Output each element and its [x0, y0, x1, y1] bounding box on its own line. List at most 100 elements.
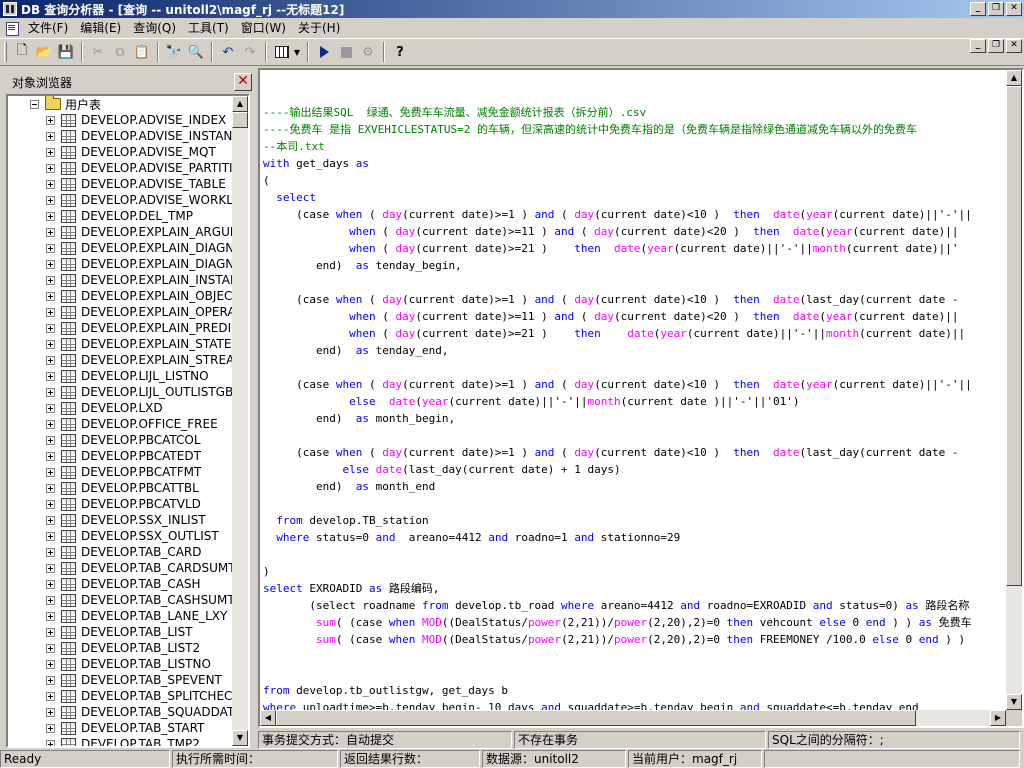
tree-node-table[interactable]: DEVELOP.TAB_SPLITCHECKT [46, 688, 234, 704]
stop-icon[interactable] [335, 41, 357, 63]
scroll-right-button[interactable]: ▶ [990, 710, 1006, 726]
tree-node-table[interactable]: DEVELOP.ADVISE_WORKLOA [46, 192, 234, 208]
find-icon[interactable]: 🔭 [163, 41, 185, 63]
sql-code[interactable]: ----输出结果SQL 绿通、免费车车流量、减免金额统计报表（拆分前）.csv -… [263, 104, 1007, 710]
expand-icon[interactable] [46, 371, 55, 381]
scroll-thumb[interactable] [1006, 86, 1022, 586]
scroll-down-button[interactable]: ▼ [1006, 694, 1022, 710]
scroll-down-button[interactable]: ▼ [232, 730, 248, 746]
expand-icon[interactable] [46, 435, 55, 445]
expand-icon[interactable] [46, 291, 55, 301]
close-icon[interactable]: ✕ [234, 73, 252, 91]
sql-editor[interactable]: ----输出结果SQL 绿通、免费车车流量、减免金额统计报表（拆分前）.csv -… [258, 68, 1024, 728]
tree-node-table[interactable]: DEVELOP.PBCATCOL [46, 432, 201, 448]
menu-query[interactable]: 查询(Q) [127, 19, 182, 37]
app-icon[interactable] [3, 2, 17, 16]
menu-file[interactable]: 文件(F) [22, 19, 74, 37]
tree-node-table[interactable]: DEVELOP.EXPLAIN_INSTANC [46, 272, 234, 288]
expand-icon[interactable] [46, 531, 55, 541]
tree-node-table[interactable]: DEVELOP.TAB_START [46, 720, 204, 736]
tree-node-table[interactable]: DEVELOP.EXPLAIN_STREAM [46, 352, 234, 368]
expand-icon[interactable] [46, 307, 55, 317]
close-button[interactable]: ✕ [1006, 2, 1022, 16]
scroll-up-button[interactable]: ▲ [232, 96, 248, 112]
scroll-thumb[interactable] [276, 710, 916, 726]
copy-icon[interactable]: ⧉ [109, 41, 131, 63]
tree-node-table[interactable]: DEVELOP.TAB_CARDSUMTE [46, 560, 234, 576]
tree-node-table[interactable]: DEVELOP.TAB_SPEVENT [46, 672, 222, 688]
tree-node-table[interactable]: DEVELOP.DEL_TMP [46, 208, 193, 224]
tree-node-table[interactable]: DEVELOP.PBCATTBL [46, 480, 199, 496]
tree-node-table[interactable]: DEVELOP.TAB_CASH [46, 576, 201, 592]
tree-node-table[interactable]: DEVELOP.TAB_SQUADDATE [46, 704, 234, 720]
tree-node-table[interactable]: DEVELOP.EXPLAIN_ARGUME [46, 224, 234, 240]
object-tree[interactable]: 用户表 DEVELOP.ADVISE_INDEX DEVELOP.ADVISE_I… [6, 94, 250, 748]
expand-icon[interactable] [46, 707, 55, 717]
tree-node-table[interactable]: DEVELOP.SSX_OUTLIST [46, 528, 219, 544]
restore-button[interactable]: ❐ [988, 2, 1004, 16]
tree-node-table[interactable]: DEVELOP.TAB_CASHSUMTEI [46, 592, 234, 608]
expand-icon[interactable] [46, 355, 55, 365]
expand-icon[interactable] [46, 579, 55, 589]
expand-icon[interactable] [46, 419, 55, 429]
expand-icon[interactable] [46, 547, 55, 557]
parse-icon[interactable]: ⚙ [357, 41, 379, 63]
expand-icon[interactable] [46, 131, 55, 141]
expand-icon[interactable] [46, 691, 55, 701]
tree-node-user-tables[interactable]: 用户表 [30, 96, 101, 112]
expand-icon[interactable] [46, 323, 55, 333]
tree-vertical-scrollbar[interactable]: ▲ ▼ [232, 96, 248, 746]
tree-node-table[interactable]: DEVELOP.EXPLAIN_OBJECT [46, 288, 234, 304]
expand-icon[interactable] [46, 515, 55, 525]
menu-tools[interactable]: 工具(T) [182, 19, 235, 37]
expand-icon[interactable] [46, 339, 55, 349]
tree-node-table[interactable]: DEVELOP.EXPLAIN_STATEM [46, 336, 234, 352]
tree-node-table[interactable]: DEVELOP.TAB_CARD [46, 544, 202, 560]
help-icon[interactable]: ? [389, 41, 411, 63]
minimize-button[interactable]: _ [970, 2, 986, 16]
undo-icon[interactable]: ↶ [217, 41, 239, 63]
document-menu-icon[interactable] [4, 21, 20, 36]
execute-icon[interactable] [313, 41, 335, 63]
tree-node-table[interactable]: DEVELOP.ADVISE_TABLE [46, 176, 226, 192]
expand-icon[interactable] [46, 611, 55, 621]
tree-node-table[interactable]: DEVELOP.TAB_TMP2 [46, 736, 200, 746]
expand-icon[interactable] [46, 451, 55, 461]
scroll-thumb[interactable] [232, 112, 248, 128]
expand-icon[interactable] [46, 243, 55, 253]
expand-icon[interactable] [46, 195, 55, 205]
tree-node-table[interactable]: DEVELOP.TAB_LIST [46, 624, 193, 640]
expand-icon[interactable] [46, 147, 55, 157]
expand-icon[interactable] [46, 403, 55, 413]
tree-node-table[interactable]: DEVELOP.TAB_LANE_LXY [46, 608, 227, 624]
expand-icon[interactable] [46, 595, 55, 605]
editor-vertical-scrollbar[interactable]: ▲ ▼ [1006, 70, 1022, 710]
expand-icon[interactable] [46, 387, 55, 397]
menu-window[interactable]: 窗口(W) [235, 19, 292, 37]
open-folder-icon[interactable]: 📂 [33, 41, 55, 63]
cut-icon[interactable]: ✂ [87, 41, 109, 63]
expand-icon[interactable] [46, 627, 55, 637]
expand-icon[interactable] [46, 115, 55, 125]
tree-node-table[interactable]: DEVELOP.EXPLAIN_DIAGNOS [46, 256, 234, 272]
expand-icon[interactable] [46, 675, 55, 685]
tree-node-table[interactable]: DEVELOP.ADVISE_MQT [46, 144, 216, 160]
menu-edit[interactable]: 编辑(E) [74, 19, 127, 37]
tree-node-table[interactable]: DEVELOP.LIJL_LISTNO [46, 368, 209, 384]
tree-node-table[interactable]: DEVELOP.ADVISE_PARTITIO [46, 160, 234, 176]
scroll-left-button[interactable]: ◀ [260, 710, 276, 726]
tree-node-table[interactable]: DEVELOP.EXPLAIN_PREDICA [46, 320, 234, 336]
tree-node-table[interactable]: DEVELOP.SSX_INLIST [46, 512, 206, 528]
redo-icon[interactable]: ↷ [239, 41, 261, 63]
expand-icon[interactable] [46, 499, 55, 509]
editor-horizontal-scrollbar[interactable]: ◀ ▶ [260, 710, 1006, 726]
results-grid-icon[interactable] [271, 41, 293, 63]
expand-icon[interactable] [46, 179, 55, 189]
expand-icon[interactable] [46, 483, 55, 493]
expand-icon[interactable] [46, 739, 55, 746]
save-icon[interactable]: 💾 [55, 41, 77, 63]
expand-icon[interactable] [46, 643, 55, 653]
tree-node-table[interactable]: DEVELOP.PBCATFMT [46, 464, 201, 480]
collapse-icon[interactable] [30, 99, 39, 109]
expand-icon[interactable] [46, 211, 55, 221]
